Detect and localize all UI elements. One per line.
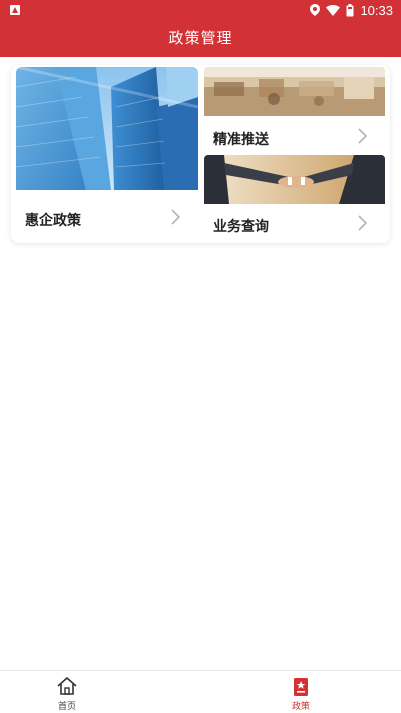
app-header-bar: 10:33 政策管理 xyxy=(0,0,401,57)
home-icon xyxy=(57,677,77,695)
status-bar: 10:33 xyxy=(0,0,401,20)
nav-label-home: 首页 xyxy=(57,702,76,712)
nav-item-home[interactable]: 首页 xyxy=(0,671,200,713)
chevron-right-icon xyxy=(171,209,181,225)
status-time: 10:33 xyxy=(360,2,393,18)
chevron-right-icon xyxy=(358,215,368,231)
status-indicators: 10:33 xyxy=(310,2,393,18)
card-label-precise-push: 精准推送 xyxy=(213,132,269,148)
policy-cards-panel: 惠企政策 精准推送 业务查询 xyxy=(11,65,390,243)
battery-icon xyxy=(346,3,354,16)
card-enterprise-policy[interactable]: 惠企政策 xyxy=(11,65,198,243)
handshake-photo xyxy=(204,155,385,204)
location-icon xyxy=(310,4,321,16)
policy-book-icon xyxy=(294,678,308,696)
card-label-business-query: 业务查询 xyxy=(213,219,269,235)
bottom-nav: 首页 政策 xyxy=(0,670,401,713)
card-business-query[interactable]: 业务查询 xyxy=(204,155,390,243)
notification-a-icon xyxy=(10,5,20,15)
main-content: 惠企政策 精准推送 业务查询 xyxy=(0,57,401,670)
nav-label-policy: 政策 xyxy=(291,702,310,712)
wifi-icon xyxy=(326,4,341,16)
office-photo xyxy=(204,67,385,116)
buildings-photo xyxy=(16,67,198,190)
card-precise-push[interactable]: 精准推送 xyxy=(204,65,390,153)
nav-item-policy[interactable]: 政策 xyxy=(200,671,400,713)
chevron-right-icon xyxy=(358,128,368,144)
page-title: 政策管理 xyxy=(168,29,233,47)
app-screen: 10:33 政策管理 惠企政策 精准推送 业务查询 首页 政策 xyxy=(0,0,401,713)
card-label-enterprise-policy: 惠企政策 xyxy=(25,213,81,229)
